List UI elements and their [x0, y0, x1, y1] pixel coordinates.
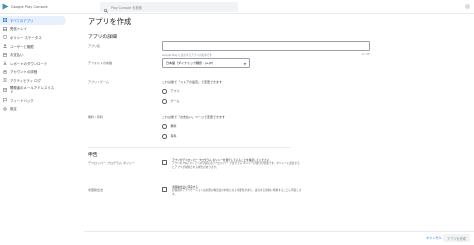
declarations-heading: 申告 [88, 153, 98, 158]
app-name-counter: 0 / 30 [362, 52, 370, 56]
default-language-value: 日本語（ダイナミック翻訳 – ja-JP） [166, 61, 215, 65]
policy-label: デベロッパー プログラム ポリシー [88, 161, 135, 165]
radio-paid[interactable]: 有料 [162, 134, 177, 139]
email-icon [2, 88, 8, 92]
sidebar-item-download-reports[interactable]: レポートのダウンロード [0, 59, 84, 68]
export-laws-label: 米国輸出法 [88, 188, 104, 192]
dropdown-arrow-icon: ▼ [243, 62, 246, 66]
default-language-label: デフォルトの言語 [88, 61, 113, 65]
radio-label: 有料 [170, 134, 177, 139]
sidebar-item-feedback[interactable]: フィードバック [0, 96, 84, 105]
radio-label: アプリ [170, 89, 180, 94]
sidebar-item-label: 設定 [10, 107, 17, 112]
inbox-icon [2, 26, 8, 31]
sidebar-item-payments[interactable]: お支払い [0, 50, 84, 59]
gear-icon [3, 106, 7, 111]
free-or-paid-prompt: これは後で「お支払い」ページで変更できます [162, 115, 225, 119]
sidebar-item-label: お支払い [10, 53, 24, 58]
play-console-logo-icon [2, 3, 9, 10]
top-bar: Google Play Console Play Console を検索 [0, 0, 474, 14]
radio-free[interactable]: 無料 [162, 124, 177, 129]
main-content: アプリを作成 アプリの詳細 アプリ名 Google Play に表示するアプリの… [84, 14, 474, 245]
app-logo[interactable]: Google Play Console [2, 3, 48, 10]
radio-label: ゲーム [170, 99, 180, 104]
page-title: アプリを作成 [88, 17, 132, 26]
sidebar-item-inbox[interactable]: 受信トレイ [0, 25, 84, 34]
list-icon [3, 78, 7, 82]
people-icon [3, 44, 7, 48]
apps-grid-icon [3, 18, 7, 23]
cancel-button[interactable]: キャンセル [426, 235, 442, 240]
feedback-icon [2, 98, 8, 103]
radio-app[interactable]: アプリ [162, 89, 180, 94]
radio-button[interactable] [162, 134, 167, 139]
sidebar-item-label: 受信トレイ [10, 27, 27, 32]
account-avatar[interactable] [465, 4, 470, 9]
radio-button[interactable] [162, 89, 167, 94]
brand-name: Google Play Console [11, 4, 48, 9]
app-or-game-label: アプリ / ゲーム [88, 80, 109, 84]
section-divider [88, 147, 290, 148]
sidebar-item-label: 開発者のメールアドレスリスト [10, 86, 55, 95]
export-laws-text: 米国輸出法に同意する お客様のアプリケーションは米国の輸出法の対象となる可能性が… [172, 186, 302, 196]
sidebar-item-settings[interactable]: 設定 [0, 104, 84, 113]
sidebar-item-users[interactable]: ユーザーと権限 [0, 42, 84, 51]
credit-card-icon [2, 53, 8, 57]
sidebar-item-activity-log[interactable]: アクティビティ ログ [0, 76, 84, 85]
sidebar-item-label: すべてのアプリ [10, 18, 34, 23]
sidebar-nav: すべてのアプリ 受信トレイ ポリシー ステータス ユーザーと権限 お支払い レポ… [0, 14, 84, 245]
app-or-game-prompt: これは後で「ストアの設定」で変更できます [162, 80, 223, 84]
download-icon [3, 61, 7, 66]
sidebar-item-label: ポリシー ステータス [10, 35, 42, 40]
radio-label: 無料 [170, 124, 177, 129]
account-icon [3, 69, 7, 74]
details-heading: アプリの詳細 [88, 35, 117, 40]
sidebar-item-account-details[interactable]: アカウントの詳細 [0, 68, 84, 77]
radio-game[interactable]: ゲーム [162, 99, 179, 104]
search-input[interactable]: Play Console を検索 [100, 2, 238, 13]
policy-body: アプリの Play ストアへの公開にはデベロッパー プログラム ポリシーの遵守が… [172, 162, 300, 169]
app-name-input[interactable] [162, 41, 370, 51]
export-laws-checkbox[interactable] [162, 187, 167, 192]
sidebar-item-label: アカウントの詳細 [10, 70, 38, 75]
sidebar-item-label: フィードバック [10, 98, 34, 103]
export-laws-body: お客様のアプリケーションは米国の輸出法の対象となる可能性があり、該当する規制に準… [172, 189, 302, 196]
sidebar-item-policy-status[interactable]: ポリシー ステータス [0, 33, 84, 42]
sidebar-item-email-lists[interactable]: 開発者のメールアドレスリスト [0, 85, 84, 96]
create-app-button[interactable]: アプリを作成 [442, 234, 470, 242]
search-placeholder: Play Console を検索 [111, 5, 142, 10]
default-language-select[interactable]: 日本語（ダイナミック翻訳 – ja-JP） ▼ [162, 58, 250, 68]
sidebar-item-all-apps[interactable]: すべてのアプリ [0, 16, 66, 25]
sidebar-item-label: ユーザーと権限 [10, 44, 34, 49]
app-name-label: アプリ名 [88, 44, 101, 48]
sidebar-item-label: アクティビティ ログ [10, 78, 42, 83]
app-name-hint: Google Play に表示するアプリの名前です [162, 53, 212, 57]
radio-button[interactable] [162, 124, 167, 129]
footer-bar: キャンセル アプリを作成 [84, 231, 474, 245]
sidebar-item-label: レポートのダウンロード [10, 61, 48, 66]
radio-button[interactable] [162, 99, 167, 104]
shield-icon [2, 35, 8, 40]
free-or-paid-label: 無料 / 有料 [88, 115, 103, 119]
policy-checkbox[interactable] [162, 160, 167, 165]
policy-text: アプリがデベロッパー プログラム ポリシーを遵守していることを確認してください … [172, 159, 302, 169]
